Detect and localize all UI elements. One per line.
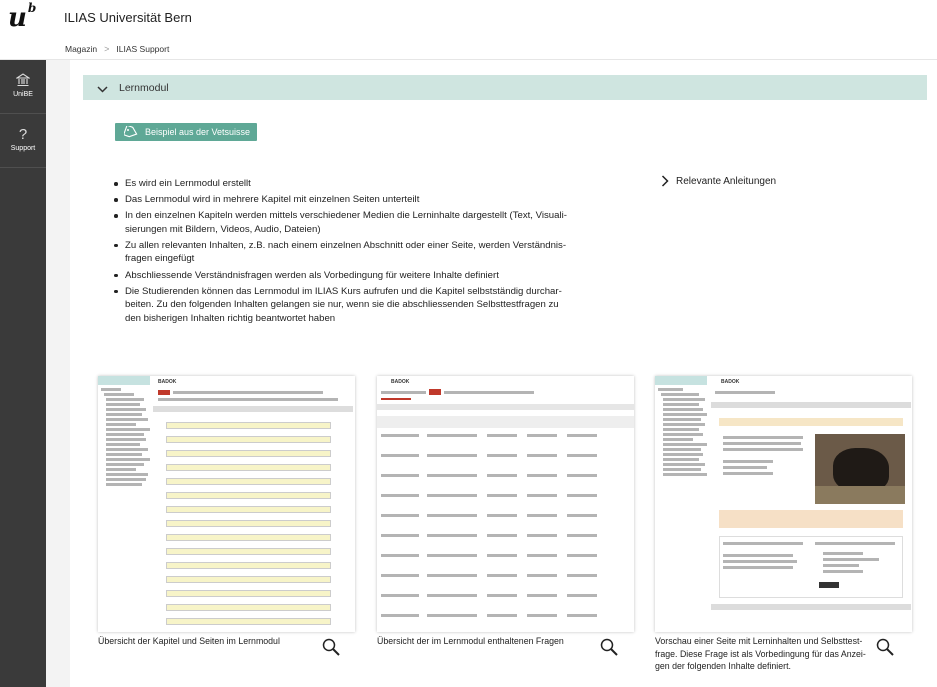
content-panel: Lernmodul Beispiel aus der Vetsuisse Es … xyxy=(70,60,937,687)
screenshot-chapter-overview[interactable]: BADOK xyxy=(98,376,355,632)
magnifier-icon[interactable] xyxy=(876,638,894,661)
sidebar-item-label: Support xyxy=(10,145,36,152)
list-item: Abschliessende Verständnisfragen werden … xyxy=(114,269,600,283)
list-item: Die Studierenden können das Lernmodul im… xyxy=(114,285,600,326)
breadcrumb: Magazin > ILIAS Support xyxy=(65,44,169,54)
list-item: Das Lernmodul wird in mehrere Kapitel mi… xyxy=(114,193,600,207)
top-header: ub ILIAS Universität Bern xyxy=(0,0,937,38)
institution-title[interactable]: ILIAS Universität Bern xyxy=(64,10,192,25)
description-list: Es wird ein Lernmodul erstellt Das Lernm… xyxy=(114,177,600,328)
example-tag-button[interactable]: Beispiel aus der Vetsuisse xyxy=(115,123,257,141)
breadcrumb-item-ilias-support[interactable]: ILIAS Support xyxy=(116,44,169,54)
example-tag-label: Beispiel aus der Vetsuisse xyxy=(145,127,251,137)
list-item: Zu allen relevanten Inhalten, z.B. nach … xyxy=(114,239,600,266)
sidebar-item-label: UniBE xyxy=(13,91,33,98)
mini-app-title: BADOK xyxy=(158,379,177,385)
sidebar-item-support[interactable]: ? Support xyxy=(0,114,46,168)
chevron-right-icon xyxy=(661,175,669,187)
mini-app-title: BADOK xyxy=(391,379,410,385)
breadcrumb-bar: Magazin > ILIAS Support xyxy=(0,38,937,60)
logo-letter: u xyxy=(8,3,27,33)
breadcrumb-separator: > xyxy=(104,44,110,54)
bank-icon xyxy=(0,73,46,89)
logo-superscript: b xyxy=(27,1,37,16)
magnifier-icon[interactable] xyxy=(600,638,618,661)
unibe-logo[interactable]: ub xyxy=(8,1,37,33)
screenshot-questions-overview[interactable]: BADOK xyxy=(377,376,634,632)
sidebar-item-unibe[interactable]: UniBE xyxy=(0,60,46,114)
screenshot-caption: Vorschau einer Seite mit Lerninhalten un… xyxy=(655,636,866,672)
related-guides-toggle[interactable]: Relevante Anleitungen xyxy=(661,175,776,187)
accordion-title: Lernmodul xyxy=(119,81,169,94)
list-item: In den einzelnen Kapiteln werden mittels… xyxy=(114,209,600,236)
screenshot-caption: Übersicht der Kapitel und Seiten im Lern… xyxy=(98,636,280,646)
list-item: Es wird ein Lernmodul erstellt xyxy=(114,177,600,191)
cow-photo xyxy=(815,434,905,504)
mini-app-title: BADOK xyxy=(721,379,740,385)
main-content: Lernmodul Beispiel aus der Vetsuisse Es … xyxy=(46,60,937,687)
tag-icon xyxy=(122,124,138,138)
main-sidebar: UniBE ? Support xyxy=(0,60,46,687)
question-icon: ? xyxy=(18,126,28,143)
screenshot-page-preview[interactable]: BADOK xyxy=(655,376,912,632)
related-guides-label: Relevante Anleitungen xyxy=(676,175,777,187)
accordion-header-lernmodul[interactable]: Lernmodul xyxy=(83,75,927,100)
magnifier-icon[interactable] xyxy=(322,638,340,661)
chevron-down-icon xyxy=(97,82,108,93)
screenshot-caption: Übersicht der im Lernmodul enthaltenen F… xyxy=(377,636,564,646)
breadcrumb-item-magazin[interactable]: Magazin xyxy=(65,44,97,54)
